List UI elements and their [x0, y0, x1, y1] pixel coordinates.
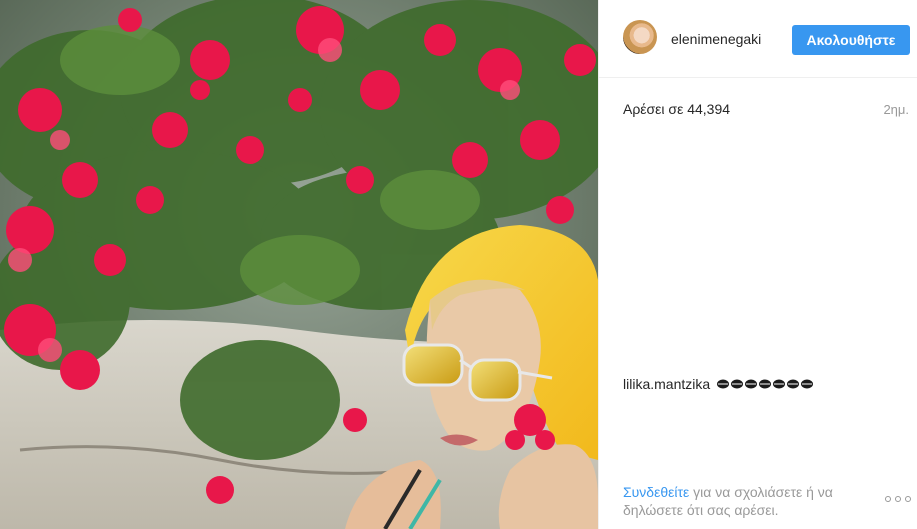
- post-sidebar: elenimenegaki Ακολουθήστε Αρέσει σε 44,3…: [598, 0, 917, 529]
- instagram-post: elenimenegaki Ακολουθήστε Αρέσει σε 44,3…: [0, 0, 917, 529]
- username-link[interactable]: elenimenegaki: [671, 31, 761, 47]
- photo-image: [0, 0, 598, 529]
- more-dot-icon: [885, 496, 891, 502]
- post-timestamp[interactable]: 2ημ.: [883, 102, 909, 117]
- login-link[interactable]: Συνδεθείτε: [623, 484, 689, 500]
- post-header: elenimenegaki Ακολουθήστε: [599, 0, 917, 78]
- more-dot-icon: [905, 496, 911, 502]
- post-photo[interactable]: [0, 0, 598, 529]
- more-dot-icon: [895, 496, 901, 502]
- more-options-button[interactable]: [885, 493, 911, 505]
- comment-author[interactable]: lilika.mantzika: [623, 376, 710, 392]
- comment-item: lilika.mantzika: [623, 376, 903, 393]
- avatar[interactable]: [623, 20, 657, 54]
- likes-count[interactable]: Αρέσει σε 44,394: [623, 101, 730, 117]
- kiss-mark-icon: [717, 377, 814, 393]
- login-prompt: Συνδεθείτε για να σχολιάσετε ή να δηλώσε…: [623, 483, 873, 519]
- follow-button[interactable]: Ακολουθήστε: [792, 25, 910, 55]
